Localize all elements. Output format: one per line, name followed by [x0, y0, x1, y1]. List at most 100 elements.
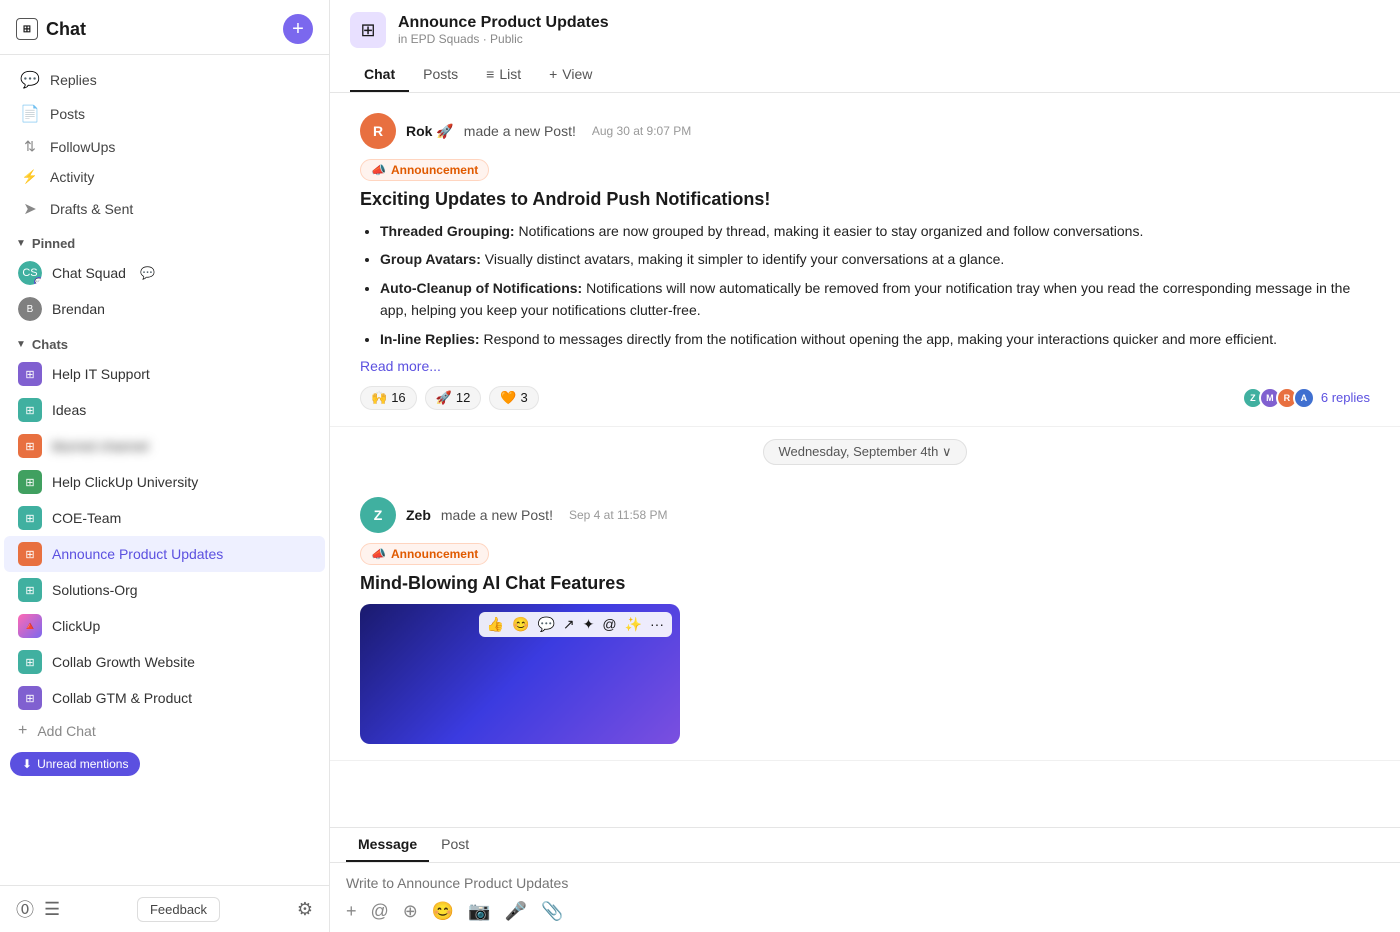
followups-icon: ⇅ — [20, 138, 40, 155]
pinned-section-header[interactable]: ▼ Pinned — [0, 226, 329, 255]
tab-chat-label: Chat — [364, 66, 395, 82]
solutions-org-label: Solutions-Org — [52, 582, 138, 598]
attach-icon[interactable]: + — [346, 901, 357, 922]
sidebar-item-label: Activity — [50, 169, 94, 185]
sidebar-item-brendan[interactable]: B Brendan — [4, 291, 325, 327]
unread-mentions-button[interactable]: ⬇ Unread mentions — [10, 752, 140, 776]
sidebar-item-announce-product-updates[interactable]: ⊞ Announce Product Updates — [4, 536, 325, 572]
reactions-row-1: 🙌 16 🚀 12 🧡 3 — [360, 386, 1370, 410]
collab-gtm-avatar: ⊞ — [18, 686, 42, 710]
sidebar-item-coe-team[interactable]: ⊞ COE-Team — [4, 500, 325, 536]
msg1-action: made a new Post! — [464, 123, 576, 139]
add-chat-label: Add Chat — [37, 723, 95, 739]
channel-header-top: ⊞ Announce Product Updates in EPD Squads… — [350, 12, 1380, 58]
date-divider-pill[interactable]: Wednesday, September 4th ∨ — [763, 439, 966, 465]
paperclip-icon[interactable]: 📎 — [541, 901, 563, 922]
channel-icon-symbol: ⊞ — [360, 20, 375, 41]
sidebar-item-chat-squad[interactable]: CS 💬 Chat Squad 💬 — [4, 255, 325, 291]
video-icon[interactable]: 📷 — [468, 901, 490, 922]
share-icon[interactable]: ↗ — [563, 616, 575, 633]
reaction-3[interactable]: 🧡 3 — [489, 386, 538, 410]
tab-list[interactable]: ≡ List — [472, 58, 535, 92]
add-chat-item[interactable]: + Add Chat — [4, 716, 325, 746]
list-tab-icon: ≡ — [486, 66, 494, 82]
sidebar-item-solutions-org[interactable]: ⊞ Solutions-Org — [4, 572, 325, 608]
reaction-1[interactable]: 🙌 16 — [360, 386, 417, 410]
message-input-tabs: Message Post — [330, 828, 1400, 863]
sparkle-icon[interactable]: ✨ — [625, 616, 642, 633]
sidebar-item-blurred[interactable]: ⊞ blurred channel — [4, 428, 325, 464]
add-icon: + — [18, 722, 27, 740]
sidebar-item-help-clickup[interactable]: ⊞ Help ClickUp University — [4, 464, 325, 500]
emoji-icon[interactable]: 😊 — [512, 616, 529, 633]
sidebar-item-ideas[interactable]: ⊞ Ideas — [4, 392, 325, 428]
settings-icon[interactable]: ⚙ — [297, 899, 313, 920]
help-it-label: Help IT Support — [52, 366, 150, 382]
sidebar-item-clickup[interactable]: 🔺 ClickUp — [4, 608, 325, 644]
announce-avatar: ⊞ — [18, 542, 42, 566]
sidebar-bottom-left: ⓪ ☰ — [16, 896, 60, 922]
sidebar-title: Chat — [46, 19, 86, 40]
at-channel-icon[interactable]: ⊕ — [403, 901, 418, 922]
sidebar-item-followups[interactable]: ⇅ FollowUps — [4, 131, 325, 162]
replies-count-1: 6 replies — [1321, 390, 1370, 405]
announce-label: Announce Product Updates — [52, 546, 223, 562]
msg2-author: Zeb — [406, 507, 431, 523]
msg-tab-post[interactable]: Post — [429, 828, 481, 862]
tab-view[interactable]: + View — [535, 58, 606, 92]
bullet-4-bold: In-line Replies: — [380, 331, 480, 347]
sidebar-item-replies[interactable]: 💬 Replies — [4, 63, 325, 97]
bullet-1-text: Notifications are now grouped by thread,… — [518, 223, 1143, 239]
msg1-avatar-inner: R — [360, 113, 396, 149]
msg2-avatar-inner: Z — [360, 497, 396, 533]
chats-section-header[interactable]: ▼ Chats — [0, 327, 329, 356]
add-chat-button[interactable]: + — [283, 14, 313, 44]
collab-growth-label: Collab Growth Website — [52, 654, 195, 670]
sidebar-item-posts[interactable]: 📄 Posts — [4, 97, 325, 131]
solutions-org-avatar: ⊞ — [18, 578, 42, 602]
sidebar-item-drafts[interactable]: ➤ Drafts & Sent — [4, 192, 325, 226]
msg1-avatar: R — [360, 113, 396, 149]
comment-icon[interactable]: 💬 — [537, 616, 554, 633]
read-more-link[interactable]: Read more... — [360, 358, 1370, 374]
msg-tab-message[interactable]: Message — [346, 828, 429, 862]
main-content: ⊞ Announce Product Updates in EPD Squads… — [330, 0, 1400, 932]
list-icon[interactable]: ☰ — [44, 899, 60, 920]
at-icon[interactable]: @ — [602, 616, 616, 632]
sidebar-item-collab-gtm[interactable]: ⊞ Collab GTM & Product — [4, 680, 325, 716]
sidebar-item-activity[interactable]: ⚡ Activity — [4, 162, 325, 192]
blurred-label: blurred channel — [52, 438, 149, 454]
sidebar-nav: 💬 Replies 📄 Posts ⇅ FollowUps ⚡ Activity… — [0, 55, 329, 885]
sidebar-item-help-it[interactable]: ⊞ Help IT Support — [4, 356, 325, 392]
posts-icon: 📄 — [20, 104, 40, 124]
chat-squad-bubble-icon: 💬 — [140, 266, 155, 280]
msg-tab-post-label: Post — [441, 836, 469, 852]
message-block-1: R Rok 🚀 made a new Post! Aug 30 at 9:07 … — [330, 93, 1400, 427]
ideas-avatar: ⊞ — [18, 398, 42, 422]
channel-header: ⊞ Announce Product Updates in EPD Squads… — [330, 0, 1400, 93]
mention-icon[interactable]: @ — [371, 901, 389, 922]
msg1-time: Aug 30 at 9:07 PM — [592, 124, 691, 138]
star-icon[interactable]: ✦ — [583, 616, 595, 633]
more-icon[interactable]: ··· — [650, 616, 664, 632]
brendan-label: Brendan — [52, 301, 105, 317]
microphone-icon[interactable]: 🎤 — [505, 901, 527, 922]
like-icon[interactable]: 👍 — [487, 616, 504, 633]
help-clickup-label: Help ClickUp University — [52, 474, 198, 490]
feedback-button[interactable]: Feedback — [137, 897, 220, 922]
sidebar-item-collab-growth[interactable]: ⊞ Collab Growth Website — [4, 644, 325, 680]
tab-chat[interactable]: Chat — [350, 58, 409, 92]
sidebar-header-left: ⊞ Chat — [16, 18, 86, 40]
bullet-4: In-line Replies: Respond to messages dir… — [380, 328, 1370, 350]
chats-section-label: Chats — [32, 337, 68, 352]
bullet-2-bold: Group Avatars: — [380, 251, 481, 267]
replies-right-1[interactable]: Z M R A 6 replies — [1247, 387, 1370, 409]
message-input[interactable] — [346, 875, 1384, 891]
tab-posts[interactable]: Posts — [409, 58, 472, 92]
emoji-picker-icon[interactable]: 😊 — [432, 901, 454, 922]
view-tab-icon: + — [549, 66, 557, 82]
sidebar-panel-icon[interactable]: ⊞ — [16, 18, 38, 40]
help-icon[interactable]: ⓪ — [16, 896, 34, 922]
input-toolbar: + @ ⊕ 😊 📷 🎤 📎 — [330, 895, 1400, 932]
reaction-2[interactable]: 🚀 12 — [425, 386, 482, 410]
